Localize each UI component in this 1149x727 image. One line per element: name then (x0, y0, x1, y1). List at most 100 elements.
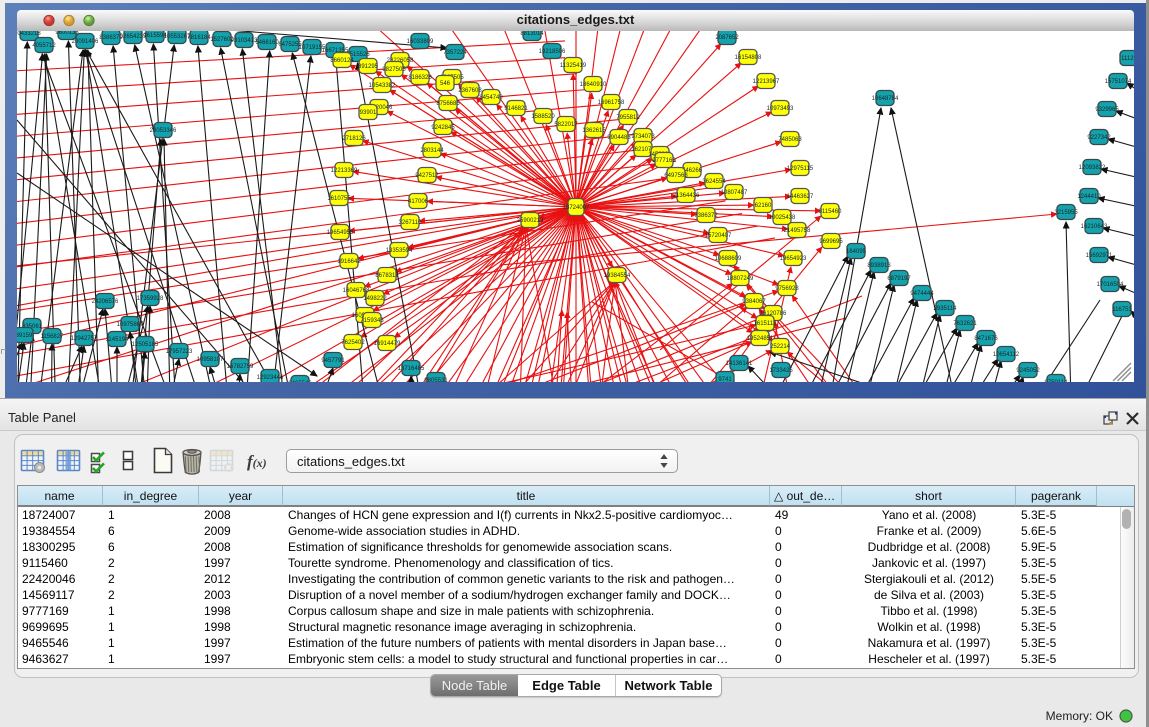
svg-text:93103413: 93103413 (231, 38, 258, 44)
svg-text:10648784: 10648784 (872, 96, 899, 102)
svg-text:16961758: 16961758 (598, 100, 625, 106)
svg-text:20091406: 20091406 (72, 39, 99, 45)
svg-text:9904483: 9904483 (607, 135, 631, 141)
svg-text:1244419: 1244419 (1077, 194, 1101, 200)
svg-text:1916642: 1916642 (337, 259, 361, 265)
svg-text:39159: 39159 (17, 333, 33, 339)
svg-text:12093822: 12093822 (1079, 165, 1106, 171)
svg-text:1615112: 1615112 (754, 321, 778, 327)
svg-text:9465546: 9465546 (288, 381, 312, 382)
svg-text:1588520: 1588520 (531, 114, 555, 120)
svg-text:19524851: 19524851 (747, 336, 774, 342)
svg-text:8813014: 8813014 (520, 31, 544, 37)
svg-text:8660124: 8660124 (330, 58, 354, 64)
svg-text:19218506: 19218506 (539, 49, 566, 55)
svg-text:5822017: 5822017 (554, 122, 578, 128)
svg-text:14136141: 14136141 (726, 361, 753, 367)
svg-text:12213369: 12213369 (331, 168, 358, 174)
svg-text:9242845: 9242845 (431, 125, 455, 131)
svg-text:9827505: 9827505 (382, 67, 406, 73)
svg-text:18807249: 18807249 (727, 276, 754, 282)
svg-text:9227342: 9227342 (1087, 135, 1111, 141)
svg-text:18724007: 18724007 (563, 205, 590, 211)
svg-text:25900213: 25900213 (517, 218, 544, 224)
svg-text:9474444: 9474444 (910, 291, 934, 297)
svg-text:417006: 417006 (408, 199, 429, 205)
svg-text:1145194: 1145194 (106, 337, 130, 343)
svg-text:8471676: 8471676 (974, 336, 998, 342)
svg-text:9734073: 9734073 (631, 134, 655, 140)
svg-text:1362615: 1362615 (582, 128, 606, 134)
svg-text:18640910: 18640910 (580, 82, 607, 88)
svg-text:15751074: 15751074 (1105, 79, 1132, 85)
svg-text:10688609: 10688609 (715, 256, 742, 262)
svg-text:7955812: 7955812 (616, 115, 640, 121)
svg-text:8938913: 8938913 (867, 263, 891, 269)
svg-text:9805531: 9805531 (424, 378, 448, 382)
svg-text:1156827: 1156827 (41, 334, 65, 340)
svg-text:3215955: 3215955 (1054, 210, 1078, 216)
svg-text:19384554: 19384554 (604, 273, 631, 279)
svg-text:11123: 11123 (1121, 56, 1134, 62)
svg-text:13716485: 13716485 (398, 366, 425, 372)
svg-text:9600133: 9600133 (55, 31, 79, 36)
svg-text:7357224: 7357224 (443, 50, 467, 56)
svg-text:16210643: 16210643 (1081, 224, 1108, 230)
svg-text:12942757: 12942757 (71, 336, 98, 342)
svg-text:16914479: 16914479 (374, 341, 401, 347)
svg-text:252214: 252214 (770, 344, 791, 350)
svg-text:8186328: 8186328 (408, 75, 432, 81)
svg-text:10975867: 10975867 (117, 322, 144, 328)
svg-text:7159343: 7159343 (360, 318, 384, 324)
svg-text:12505185: 12505185 (132, 342, 159, 348)
svg-text:7632621: 7632621 (953, 321, 977, 327)
svg-text:7386372: 7386372 (694, 213, 718, 219)
svg-text:21495758: 21495758 (784, 228, 811, 234)
svg-text:7816184: 7816184 (187, 35, 211, 41)
svg-text:10973493: 10973493 (767, 106, 794, 112)
svg-text:546: 546 (440, 81, 451, 87)
svg-text:16154808: 16154808 (735, 55, 762, 61)
svg-text:3624554: 3624554 (702, 179, 726, 185)
svg-text:9146821: 9146821 (504, 106, 528, 112)
svg-text:10958107: 10958107 (197, 357, 224, 363)
svg-text:24206576: 24206576 (92, 299, 119, 305)
svg-text:15720407: 15720407 (705, 233, 732, 239)
svg-text:14463627: 14463627 (787, 194, 814, 200)
svg-text:21364436: 21364436 (673, 193, 700, 199)
svg-text:9384067: 9384067 (742, 299, 766, 305)
svg-text:12923446: 12923446 (257, 375, 284, 381)
svg-text:2087652: 2087652 (715, 35, 739, 41)
svg-text:15692971: 15692971 (1086, 253, 1113, 259)
svg-text:29053346: 29053346 (150, 128, 177, 134)
svg-text:9329965: 9329965 (1095, 107, 1119, 113)
svg-text:4055712: 4055712 (32, 43, 56, 49)
svg-text:17016504: 17016504 (1097, 282, 1124, 288)
svg-text:17359928: 17359928 (137, 296, 164, 302)
svg-text:7625402: 7625402 (341, 340, 365, 346)
svg-text:19654923: 19654923 (780, 256, 807, 262)
svg-text:2367608: 2367608 (458, 88, 482, 94)
svg-text:2718126: 2718126 (342, 136, 366, 142)
svg-text:2935114: 2935114 (934, 306, 958, 312)
svg-text:2803144: 2803144 (420, 148, 444, 154)
svg-text:6466160: 6466160 (255, 40, 279, 46)
svg-text:9750114: 9750114 (1045, 380, 1069, 382)
svg-text:93901: 93901 (360, 110, 377, 116)
svg-text:116753: 116753 (1112, 307, 1132, 313)
svg-text:9741: 9741 (718, 377, 732, 382)
svg-text:891295: 891295 (358, 64, 379, 70)
svg-text:9115460: 9115460 (819, 209, 843, 215)
svg-text:6879197: 6879197 (887, 276, 911, 282)
svg-text:12213967: 12213967 (753, 79, 780, 85)
svg-text:9427512: 9427512 (415, 173, 439, 179)
svg-text:11325419: 11325419 (560, 63, 587, 69)
svg-text:12975115: 12975115 (787, 166, 814, 172)
svg-text:7485063: 7485063 (778, 137, 802, 143)
svg-text:62160: 62160 (755, 203, 772, 209)
svg-text:6497568: 6497568 (664, 173, 688, 179)
svg-text:3267110: 3267110 (399, 220, 423, 226)
svg-text:13353594: 13353594 (386, 248, 413, 254)
svg-text:16782759: 16782759 (227, 364, 254, 370)
svg-text:16033809: 16033809 (407, 39, 434, 45)
